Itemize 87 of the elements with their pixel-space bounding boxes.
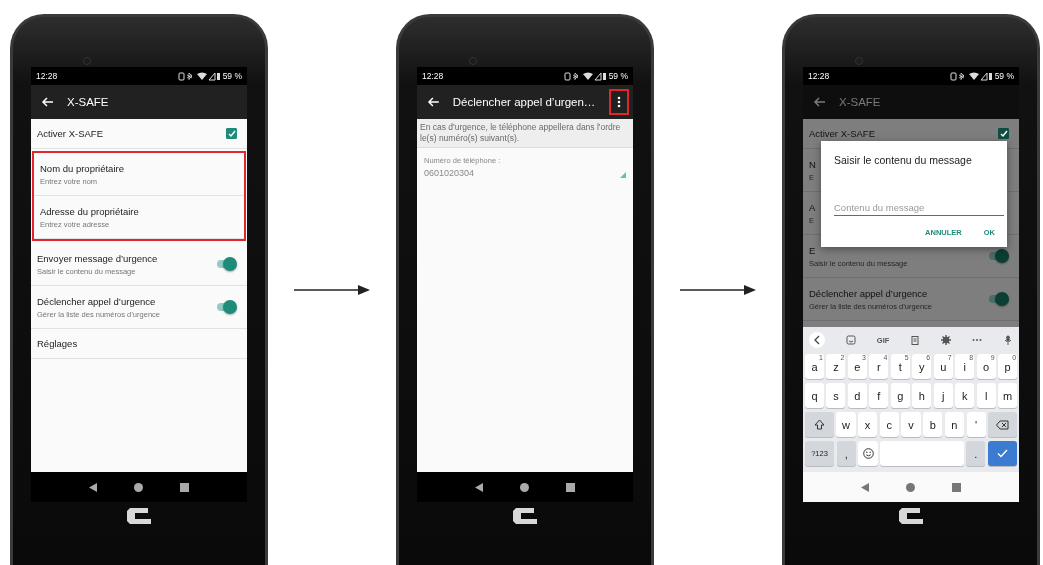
- more-options-button[interactable]: [609, 89, 629, 115]
- corner-triangle-icon: [620, 172, 626, 179]
- phone-number-value[interactable]: 0601020304: [424, 168, 475, 179]
- setting-title: Adresse du propriétaire: [40, 205, 139, 217]
- right-arrow-icon: [680, 284, 756, 296]
- setting-title: Nom du propriétaire: [40, 162, 124, 174]
- setting-title: Activer X-SAFE: [37, 128, 103, 139]
- shift-arrow-icon: [813, 419, 825, 430]
- status-time: 12:28: [422, 71, 444, 81]
- setting-title: N: [809, 158, 816, 170]
- keyboard-key[interactable]: k: [955, 383, 975, 408]
- checkbox[interactable]: [998, 128, 1009, 139]
- keyboard-key[interactable]: s: [826, 383, 846, 408]
- keyboard-key[interactable]: .: [966, 441, 986, 466]
- recents-square-icon[interactable]: [565, 482, 575, 492]
- keyboard-key[interactable]: m: [998, 383, 1018, 408]
- setting-title: E: [809, 244, 816, 256]
- keyboard-key[interactable]: j: [933, 383, 953, 408]
- battery-percentage: 59 %: [222, 71, 242, 81]
- settings-icon[interactable]: [941, 335, 952, 345]
- toggle-switch[interactable]: [987, 292, 1009, 306]
- home-circle-icon[interactable]: [520, 482, 529, 492]
- logo-icon: [513, 508, 537, 524]
- logo-icon: [127, 508, 151, 524]
- sticker-icon[interactable]: [845, 335, 856, 345]
- logo-icon: [899, 508, 923, 524]
- setting-title: A: [809, 201, 816, 213]
- checkbox[interactable]: [226, 128, 237, 139]
- status-icons-drawing: [949, 71, 992, 81]
- checkmark-icon: [996, 449, 1008, 458]
- setting-title: Déclencher appel d’urgence: [37, 295, 156, 307]
- status-time: 12:28: [808, 71, 830, 81]
- back-chevron-icon: [813, 335, 821, 345]
- back-triangle-icon[interactable]: [475, 482, 484, 492]
- keyboard-key[interactable]: c: [879, 412, 899, 437]
- enter-key[interactable]: [987, 441, 1017, 466]
- keyboard-key[interactable]: g: [890, 383, 910, 408]
- shift-key[interactable]: [805, 412, 834, 437]
- microphone-icon[interactable]: [1002, 335, 1013, 345]
- keyboard-key[interactable]: w: [836, 412, 856, 437]
- settings-item[interactable]: Réglages: [31, 329, 247, 359]
- setting-title: Activer X-SAFE: [809, 128, 875, 139]
- keyboard-key[interactable]: n: [944, 412, 964, 437]
- backspace-icon: [996, 419, 1010, 430]
- keyboard-key[interactable]: l: [976, 383, 996, 408]
- keyboard-key[interactable]: d: [847, 383, 867, 408]
- recents-square-icon[interactable]: [951, 482, 961, 492]
- toggle-switch[interactable]: [215, 257, 237, 271]
- dialog-title: Saisir le contenu du message: [834, 154, 973, 166]
- back-button[interactable]: [809, 332, 825, 348]
- emoji-key[interactable]: [858, 441, 878, 466]
- status-icons-drawing: [177, 71, 220, 81]
- settings-item[interactable]: Activer X-SAFE: [31, 119, 247, 149]
- backspace-key[interactable]: [988, 412, 1017, 437]
- app-bar-title: Déclencher appel d’urgen…: [452, 96, 596, 108]
- setting-title: Envoyer message d’urgence: [37, 252, 158, 264]
- keyboard-key[interactable]: v: [901, 412, 921, 437]
- status-time: 12:28: [36, 71, 58, 81]
- app-bar-title: X-SAFE: [67, 96, 110, 108]
- home-circle-icon[interactable]: [134, 482, 143, 492]
- toggle-switch[interactable]: [215, 300, 237, 314]
- home-circle-icon[interactable]: [906, 482, 915, 492]
- keyboard-key[interactable]: f: [869, 383, 889, 408]
- keyboard-key[interactable]: q: [805, 383, 824, 408]
- clipboard-icon[interactable]: [910, 335, 921, 345]
- description-text: En cas d'urgence, le téléphone appellera dans l'ordre le(s) numéro(s) suivant(s).: [417, 119, 633, 149]
- setting-title: Déclencher appel d’urgence: [809, 287, 928, 299]
- message-input-field[interactable]: Contenu du message: [834, 199, 1004, 216]
- back-triangle-icon[interactable]: [861, 482, 870, 492]
- app-bar-title: X-SAFE: [839, 96, 882, 108]
- keyboard-key[interactable]: b: [923, 412, 943, 437]
- recents-square-icon[interactable]: [179, 482, 189, 492]
- battery-percentage: 59 %: [608, 71, 628, 81]
- battery-percentage: 59 %: [994, 71, 1014, 81]
- keyboard-key[interactable]: h: [912, 383, 932, 408]
- status-icons-drawing: [563, 71, 606, 81]
- keyboard-key[interactable]: x: [858, 412, 878, 437]
- more-options-icon: [616, 96, 623, 108]
- smiley-icon: [862, 448, 874, 459]
- toggle-switch[interactable]: [987, 249, 1009, 263]
- right-arrow-icon: [294, 284, 370, 296]
- setting-title: Réglages: [37, 338, 78, 349]
- keyboard-key[interactable]: ,: [836, 441, 856, 466]
- checkmark-icon: [227, 129, 236, 138]
- back-triangle-icon[interactable]: [89, 482, 98, 492]
- keyboard-key[interactable]: ': [966, 412, 986, 437]
- checkmark-icon: [999, 129, 1008, 138]
